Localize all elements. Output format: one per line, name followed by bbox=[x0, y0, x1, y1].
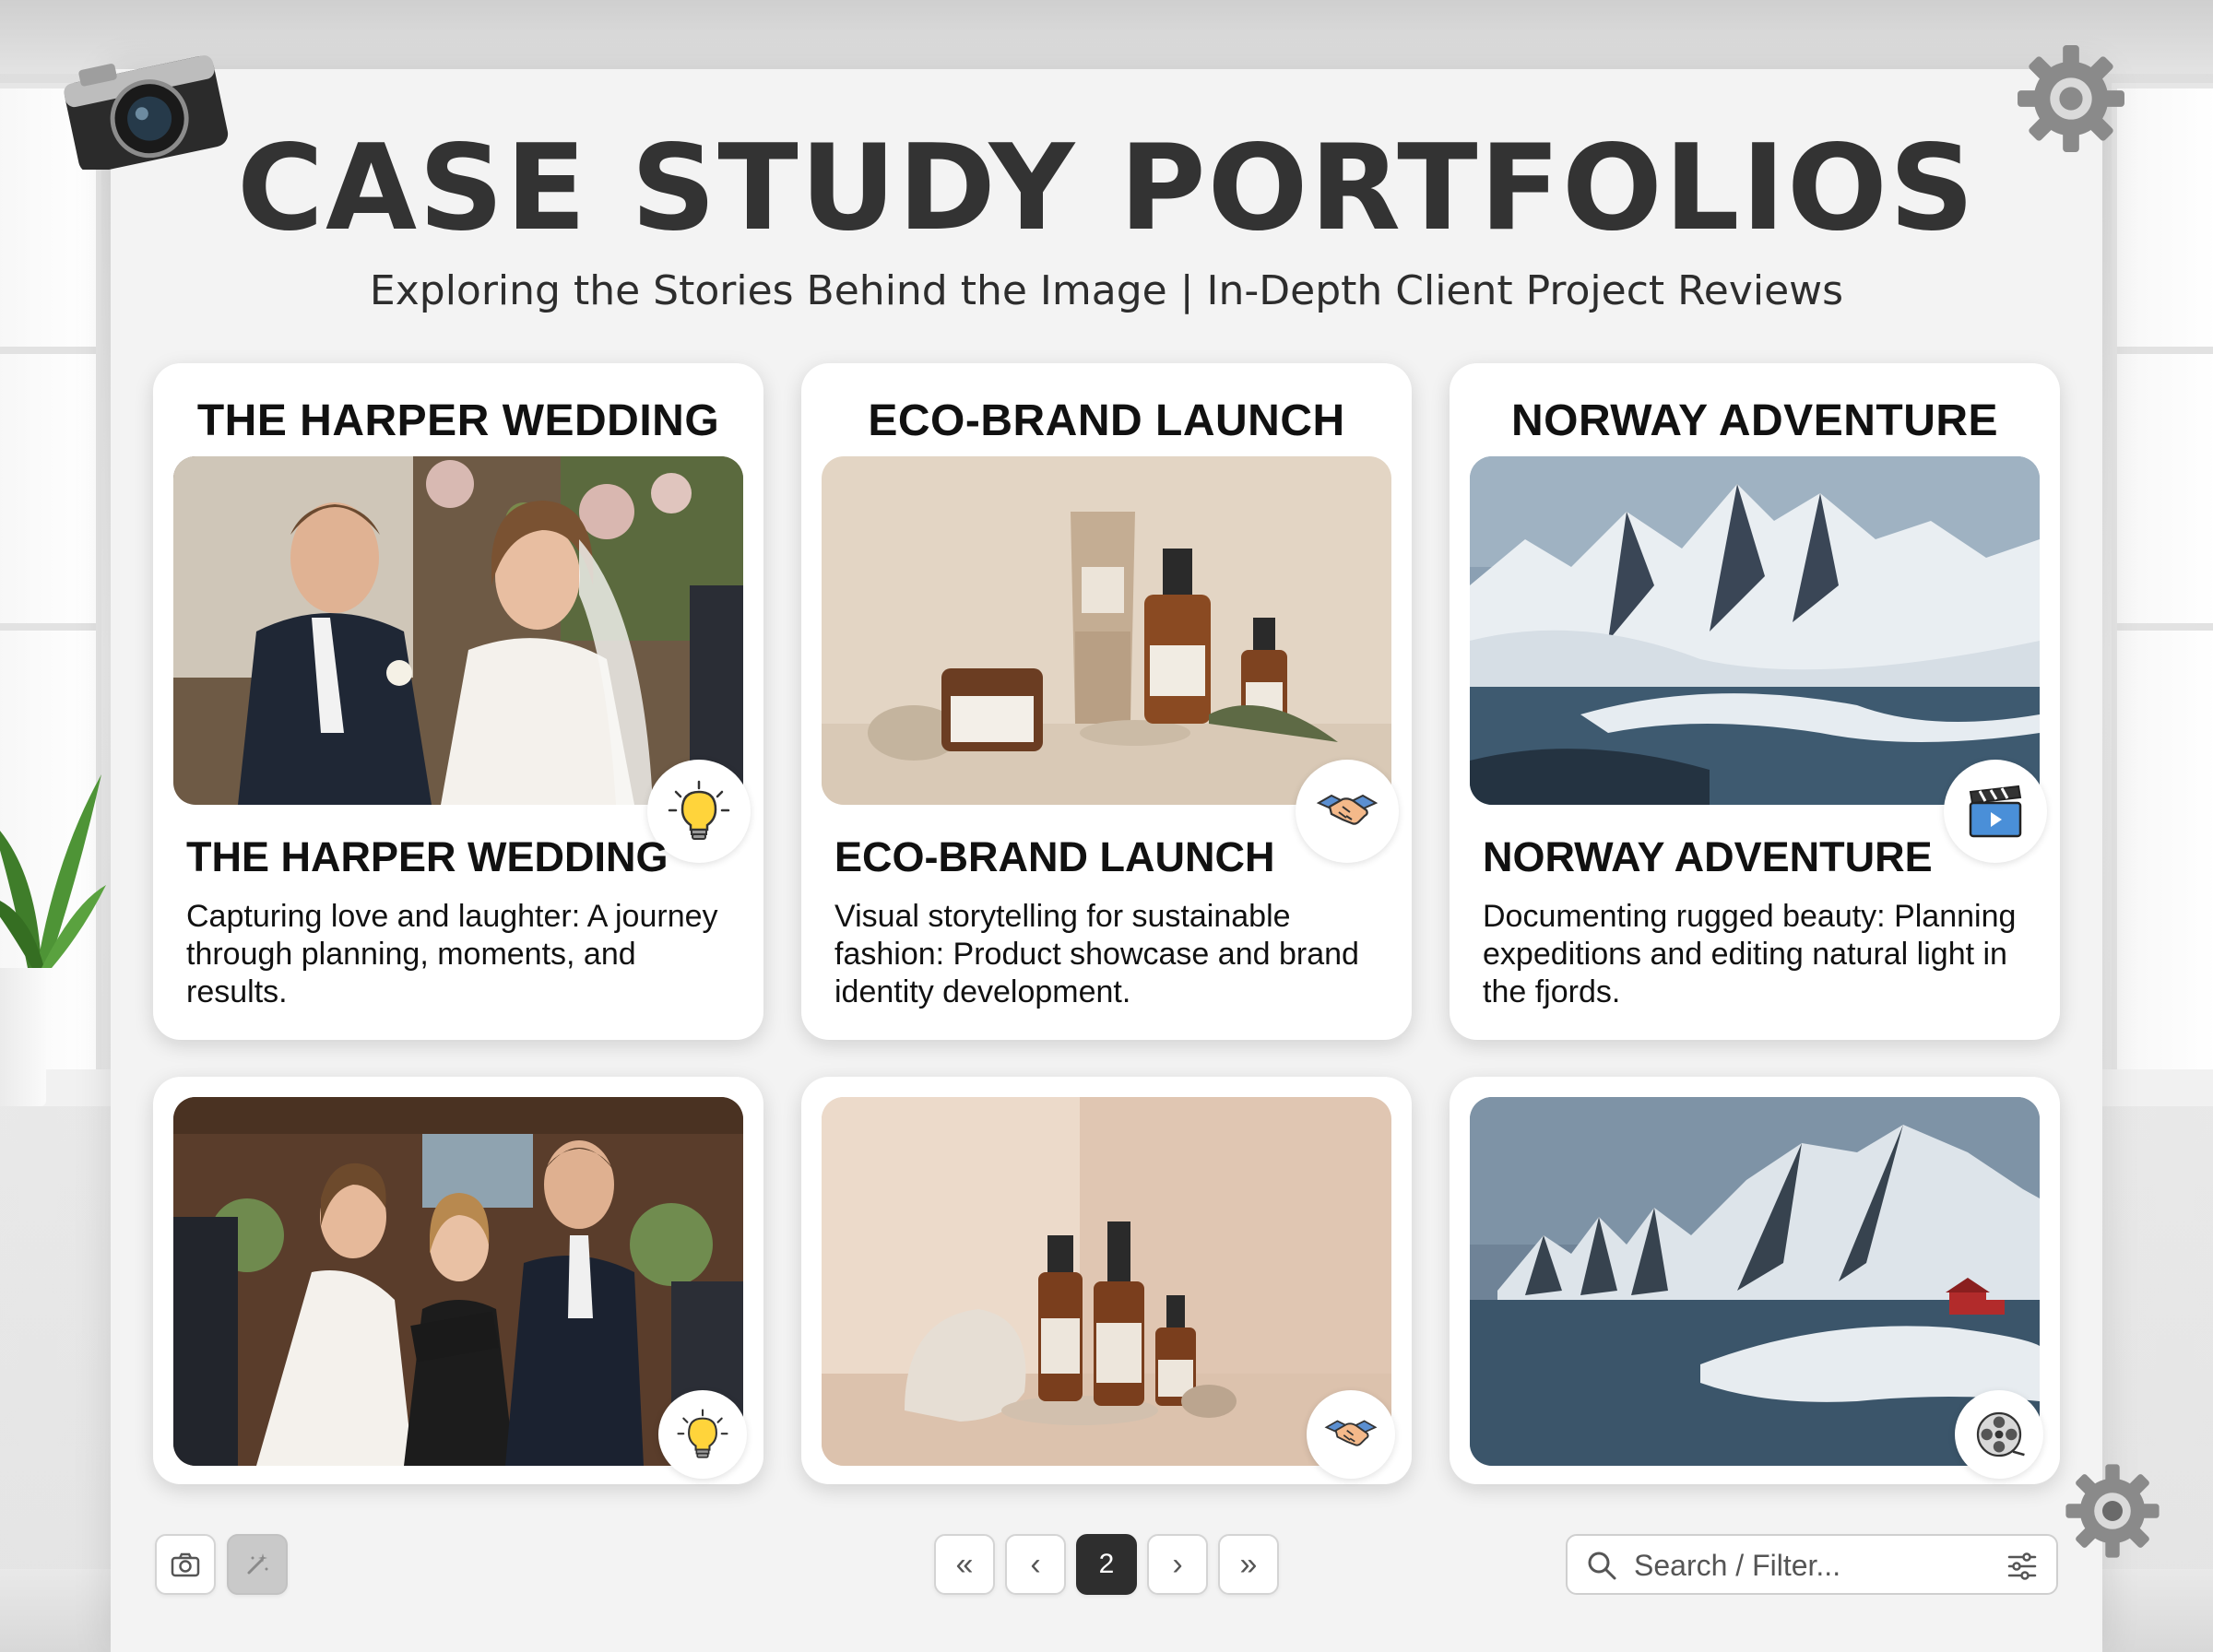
potted-plant bbox=[0, 738, 111, 1106]
room-ceiling bbox=[0, 0, 2213, 74]
search-input[interactable] bbox=[1634, 1545, 1984, 1586]
magic-wand-icon bbox=[247, 1553, 268, 1575]
eco-products-photo[interactable] bbox=[822, 1097, 1391, 1466]
film-reel-icon bbox=[1976, 1411, 2025, 1457]
norway-photo[interactable] bbox=[1470, 456, 2040, 805]
card-description: Capturing love and laughter: A journey t… bbox=[186, 899, 718, 1009]
case-study-card-eco-products[interactable] bbox=[801, 1077, 1412, 1484]
eco-brand-photo[interactable] bbox=[822, 456, 1391, 805]
card-description: Visual storytelling for sustainable fash… bbox=[834, 899, 1359, 1009]
card-heading: THE HARPER WEDDING bbox=[186, 833, 669, 880]
search-filter-box[interactable] bbox=[1566, 1534, 2058, 1595]
current-page-number: 2 bbox=[1098, 1549, 1115, 1579]
card-heading: NORWAY ADVENTURE bbox=[1483, 833, 1933, 880]
lightbulb-icon bbox=[668, 780, 730, 840]
case-study-card-harper-wedding[interactable]: THE HARPER WEDDING THE HARPER WEDDING Ca… bbox=[153, 363, 763, 1040]
case-study-card-norway-coast[interactable] bbox=[1450, 1077, 2060, 1484]
pagination-next-button[interactable]: › bbox=[1147, 1534, 1208, 1595]
case-study-card-norway-adventure[interactable]: NORWAY ADVENTURE NORWAY ADVENTURE Docume… bbox=[1450, 363, 2060, 1040]
handshake-icon bbox=[1324, 1420, 1378, 1446]
clapperboard-badge bbox=[1944, 760, 2047, 863]
page-title: CASE STUDY PORTFOLIOS bbox=[237, 120, 1976, 257]
card-description: Documenting rugged beauty: Planning expe… bbox=[1483, 899, 2017, 1009]
double-chevron-left-icon: « bbox=[955, 1546, 974, 1582]
pagination-last-button[interactable]: » bbox=[1218, 1534, 1279, 1595]
pagination-current-page[interactable]: 2 bbox=[1076, 1534, 1137, 1595]
chevron-left-icon: ‹ bbox=[1030, 1546, 1041, 1582]
clapperboard-icon bbox=[1969, 785, 2022, 838]
card-title: THE HARPER WEDDING bbox=[196, 396, 720, 445]
magic-wand-button[interactable] bbox=[227, 1534, 288, 1595]
film-reel-badge bbox=[1955, 1390, 2043, 1479]
lightbulb-icon bbox=[677, 1409, 728, 1458]
card-heading: ECO-BRAND LAUNCH bbox=[834, 833, 1275, 880]
case-study-card-eco-brand[interactable]: ECO-BRAND LAUNCH ECO-BRAND LAUNCH Visual… bbox=[801, 363, 1412, 1040]
pagination-prev-button[interactable]: ‹ bbox=[1005, 1534, 1066, 1595]
handshake-badge bbox=[1296, 760, 1399, 863]
filter-settings-icon[interactable] bbox=[2006, 1552, 2038, 1581]
camera-icon bbox=[171, 1552, 200, 1577]
wedding-photo[interactable] bbox=[173, 456, 743, 805]
card-title: NORWAY ADVENTURE bbox=[1510, 396, 1999, 445]
page-subtitle: Exploring the Stories Behind the Image |… bbox=[369, 267, 1844, 314]
double-chevron-right-icon: » bbox=[1239, 1546, 1258, 1582]
handshake-icon bbox=[1316, 794, 1379, 825]
gear-decoration-icon bbox=[2065, 1464, 2160, 1558]
wedding-ceremony-photo[interactable] bbox=[173, 1097, 743, 1466]
case-study-card-wedding-ceremony[interactable] bbox=[153, 1077, 763, 1484]
chevron-right-icon: › bbox=[1172, 1546, 1183, 1582]
handshake-badge bbox=[1307, 1390, 1395, 1479]
pagination-first-button[interactable]: « bbox=[934, 1534, 995, 1595]
norway-coast-photo[interactable] bbox=[1470, 1097, 2040, 1466]
lightbulb-badge bbox=[658, 1390, 747, 1479]
search-icon bbox=[1588, 1552, 1616, 1580]
card-title: ECO-BRAND LAUNCH bbox=[868, 396, 1345, 445]
camera-button[interactable] bbox=[155, 1534, 216, 1595]
